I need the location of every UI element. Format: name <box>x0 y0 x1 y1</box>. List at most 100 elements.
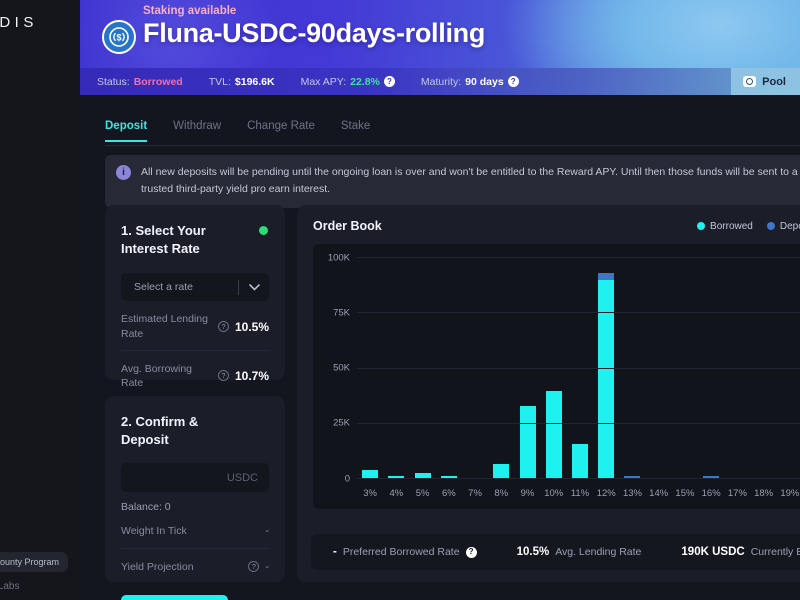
select-interest-rate-card: 1. Select Your Interest Rate Select a ra… <box>105 205 285 389</box>
x-axis-tick: 13% <box>622 488 642 499</box>
chart-bar-column[interactable]: 7% <box>462 258 488 499</box>
avg-lending-rate-stat: 10.5% Avg. Lending Rate <box>497 546 662 558</box>
x-axis-tick: 15% <box>675 488 695 499</box>
x-axis-tick: 4% <box>389 488 404 499</box>
chart-bar-column[interactable]: 15% <box>672 258 698 499</box>
x-axis-tick: 9% <box>520 488 535 499</box>
help-icon[interactable]: ? <box>465 546 477 558</box>
chart-bar-column[interactable]: 4% <box>383 258 409 499</box>
chart-bar-column[interactable]: 18% <box>751 258 777 499</box>
y-axis-tick: 50K <box>333 362 350 374</box>
x-axis-tick: 11% <box>570 488 590 499</box>
chart-bars: 3% 4% 5% 6% 7% 8% 9% 10% 11% 12% 13% 14% 15% 16% 17% 18… <box>357 258 800 499</box>
estimated-lending-rate-value: 10.5% <box>234 319 269 334</box>
chart-bar-column[interactable]: 16% <box>698 258 724 499</box>
connect-wallet-button[interactable]: Connect Wallet <box>121 594 229 600</box>
x-axis-tick: 6% <box>441 488 456 499</box>
maturity-value: 90 days <box>465 75 504 88</box>
tvl-stat: TVL: $196.6K <box>209 76 275 88</box>
bar-segment-borrowed <box>571 443 588 479</box>
bounty-program-badge[interactable]: Bounty Program <box>0 552 69 572</box>
help-icon[interactable]: ? <box>248 561 260 573</box>
step1-title: 1. Select Your Interest Rate <box>121 223 206 257</box>
chart-bar-column[interactable]: 5% <box>409 258 435 499</box>
maturity-label: Maturity: <box>420 75 462 88</box>
yield-projection-label: Yield Projection <box>121 560 194 573</box>
tab-withdraw[interactable]: Withdraw <box>173 120 221 140</box>
avg-borrowing-rate-row: Avg. Borrowing Rate ? 10.7% <box>121 349 269 399</box>
status-stat: Status: Borrowed <box>97 76 183 88</box>
help-icon[interactable]: ? <box>507 76 519 87</box>
info-icon: i <box>116 165 131 180</box>
left-rail: NDIS Bounty Program s Labs <box>0 0 80 600</box>
status-badge: Borrowed <box>133 75 183 88</box>
pool-icon <box>743 76 757 87</box>
y-axis-tick: 100K <box>327 252 350 263</box>
max-apy-label: Max APY: <box>300 75 347 88</box>
preferred-borrowed-rate-label: Preferred Borrowed Rate <box>342 546 460 558</box>
currently-borrowed-label: Currently Borrow <box>750 546 800 558</box>
x-axis-tick: 14% <box>649 488 669 499</box>
x-axis-tick: 7% <box>468 488 482 499</box>
avg-lending-rate-value: 10.5% <box>516 546 550 558</box>
max-apy-stat: Max APY: 22.8% ? <box>301 76 395 88</box>
weight-in-tick-value: - <box>265 525 269 538</box>
avg-lending-rate-label: Avg. Lending Rate <box>555 546 642 558</box>
x-axis-tick: 3% <box>363 488 377 499</box>
balance-label: Balance: 0 <box>121 501 171 514</box>
chart-gridline: 25K <box>333 418 800 429</box>
chart-bar-column[interactable]: 10% <box>541 258 567 499</box>
chart-bar-column[interactable]: 11% <box>567 258 593 499</box>
confirm-deposit-card: 2. Confirm & Deposit USDC Balance: 0 Wei… <box>105 396 285 600</box>
weight-in-tick-right: - <box>265 525 269 537</box>
max-apy-value: 22.8% <box>350 75 380 88</box>
chart-bar-column[interactable]: 13% <box>619 258 645 499</box>
chart-bar-column[interactable]: 17% <box>724 258 750 499</box>
chevron-down-icon <box>239 284 269 291</box>
rate-select[interactable]: Select a rate <box>121 273 269 302</box>
y-axis-tick: 75K <box>333 307 350 319</box>
chart-plot-area: 3% 4% 5% 6% 7% 8% 9% 10% 11% 12% 13% 14% 15% 16% 17% 18… <box>328 252 800 499</box>
chart-bar-column[interactable]: 6% <box>436 258 462 499</box>
yield-projection-right: ? - <box>248 561 269 573</box>
maturity-stat: Maturity: 90 days ? <box>421 76 519 88</box>
help-icon[interactable]: ? <box>217 321 229 333</box>
rail-bottom: Bounty Program s Labs <box>0 552 110 592</box>
chart-bar-column[interactable]: 3% <box>357 258 383 499</box>
brand-logo: NDIS <box>0 14 38 31</box>
order-book-title: Order Book <box>313 219 382 233</box>
order-book-chart: 3% 4% 5% 6% 7% 8% 9% 10% 11% 12% 13% 14% 15% 16% 17% 18… <box>313 244 800 509</box>
page-title: Fluna-USDC-90days-rolling <box>143 18 486 48</box>
tab-change-rate[interactable]: Change Rate <box>247 120 315 140</box>
avg-borrowing-rate-value: 10.7% <box>234 368 269 383</box>
help-icon[interactable]: ? <box>217 370 229 382</box>
currently-borrowed-value: 190K USDC <box>681 546 745 558</box>
step2-title: 2. Confirm & Deposit <box>121 414 199 448</box>
deposit-amount-input[interactable]: USDC <box>121 463 269 493</box>
help-icon[interactable]: ? <box>383 76 395 87</box>
y-axis-tick: 25K <box>333 417 350 429</box>
action-tabs: Deposit Withdraw Change Rate Stake <box>105 120 800 146</box>
chart-bar-column[interactable]: 12% <box>593 258 619 499</box>
pool-button[interactable]: Pool <box>731 68 800 95</box>
bar-segment-borrowed <box>598 280 615 479</box>
avg-borrowing-rate-right: ? 10.7% <box>217 368 269 383</box>
bar-segment-borrowed <box>493 463 510 479</box>
weight-in-tick-row: Weight In Tick - <box>121 513 269 547</box>
legend-label-borrowed: Borrowed <box>710 220 753 232</box>
chart-bar-column[interactable]: 8% <box>488 258 514 499</box>
x-axis-tick: 12% <box>596 488 616 499</box>
estimated-lending-rate-label: Estimated Lending Rate <box>121 313 208 340</box>
currently-borrowed-stat: 190K USDC Currently Borrow <box>661 546 800 558</box>
chart-bar-column[interactable]: 9% <box>514 258 540 499</box>
status-label: Status: <box>97 75 130 88</box>
chart-bar-column[interactable]: 19% <box>777 258 800 499</box>
avg-borrowing-rate-label: Avg. Borrowing Rate <box>121 362 193 389</box>
pool-status-bar: Status: Borrowed TVL: $196.6K Max APY: 2… <box>80 68 800 95</box>
tab-stake[interactable]: Stake <box>341 120 370 140</box>
svg-text:$: $ <box>116 33 121 43</box>
y-axis-tick: 0 <box>344 473 350 484</box>
tab-deposit[interactable]: Deposit <box>105 120 148 142</box>
legend-label-deposited: Deposi <box>779 220 800 232</box>
chart-bar-column[interactable]: 14% <box>646 258 672 499</box>
